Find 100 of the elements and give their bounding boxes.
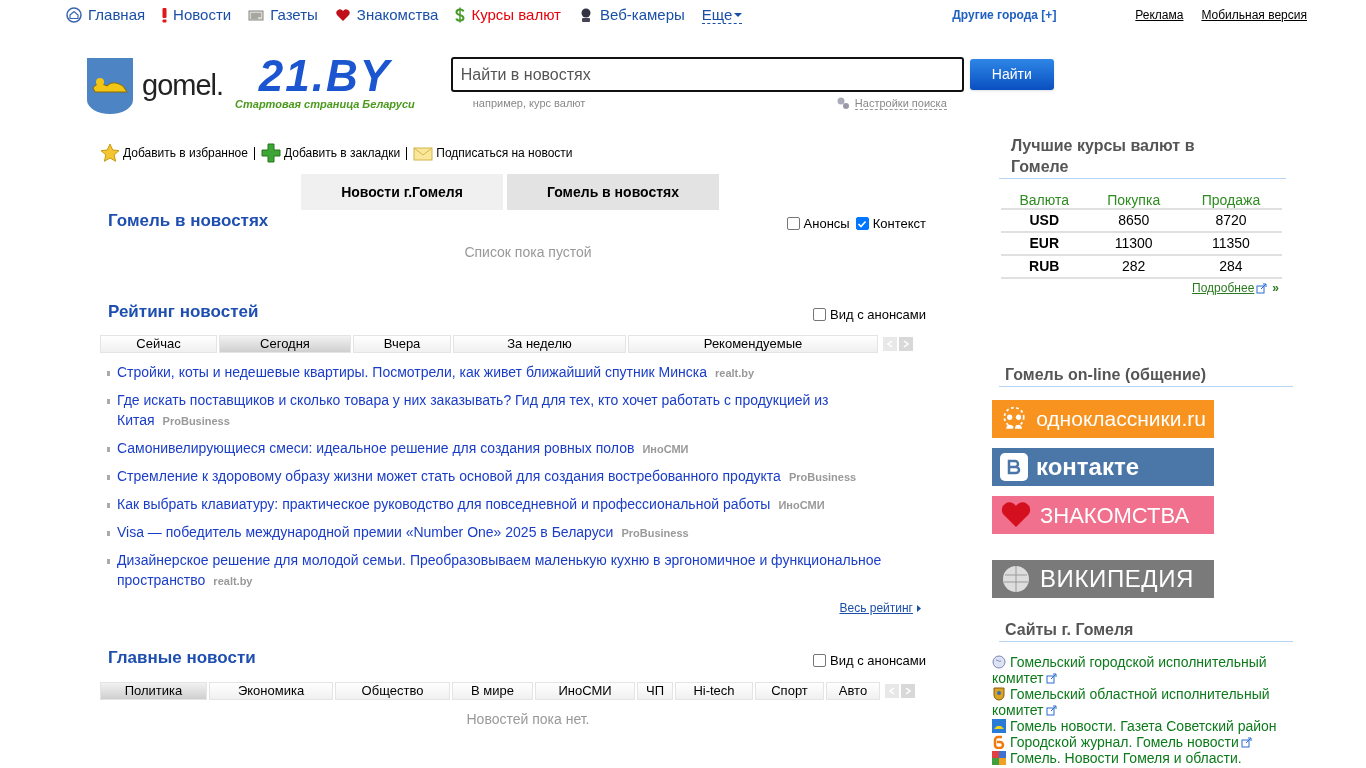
currency-cell: EUR [1001, 232, 1088, 255]
widget-title: Лучшие курсы валют в Гомеле [1011, 136, 1196, 177]
news-link[interactable]: Как выбрать клавиатуру: практическое руководство для повседневной и профессиональной работы ИноСМИ [117, 494, 907, 515]
action-link[interactable]: Добавить в закладки [260, 143, 401, 163]
nav-link[interactable]: Курсы валют [455, 3, 561, 27]
section-title: Рейтинг новостей [108, 300, 259, 323]
bullet-icon [107, 447, 110, 452]
more-arrow: » [1272, 280, 1279, 297]
checkbox[interactable] [855, 217, 869, 231]
dollar-icon [455, 7, 466, 23]
news-tab[interactable]: Гомель в новостях [507, 174, 719, 210]
plus-icon [260, 143, 281, 163]
checkbox-label: Контекст [872, 215, 926, 233]
header-link[interactable]: Реклама [1135, 6, 1184, 24]
other-cities-link[interactable]: Другие города [+] [952, 6, 1057, 24]
category-tab[interactable]: Рекомендуемые [628, 335, 878, 353]
column-header: Продажа [1179, 191, 1282, 209]
exclamation-icon [162, 7, 168, 23]
category-tab[interactable]: ИноСМИ [535, 681, 635, 700]
category-tab[interactable]: В мире [452, 681, 533, 700]
logo-tagline: Стартовая страница Беларуси [235, 96, 415, 112]
checkbox[interactable] [813, 307, 826, 321]
more-link[interactable]: Подробнее [1192, 279, 1255, 297]
category-tab[interactable]: Общество [335, 681, 450, 700]
bullet-icon [107, 503, 110, 508]
news-link[interactable]: Дизайнерское решение для молодой семьи. Преобразовываем маленькую кухню в эргономичное и функциональное пространство realt.by [117, 550, 907, 591]
action-link[interactable]: Подписаться на новости [413, 143, 573, 163]
category-tab[interactable]: Спорт [755, 681, 824, 700]
rate-cell: 11300 [1087, 232, 1180, 255]
news-link[interactable]: Где искать поставщиков и сколько товара у них заказывать? Гид для тех, кто хочет работать с продукцией из Китая ProBusiness [117, 390, 907, 431]
checkbox[interactable] [786, 217, 800, 231]
logo-brand: 21.BY [258, 53, 392, 98]
checkbox[interactable] [813, 654, 826, 668]
bullet-icon [107, 531, 110, 536]
currency-cell: USD [1001, 209, 1088, 232]
category-tab[interactable]: Политика [100, 681, 207, 700]
community-banner[interactable]: контакте [992, 448, 1214, 486]
vk-icon [1000, 453, 1028, 481]
nav-link[interactable]: Газеты [248, 3, 318, 27]
widget-title: Сайты г. Гомеля [1005, 620, 1135, 640]
bullet-icon [107, 399, 110, 404]
checkbox-label: Вид с анонсами [830, 652, 926, 670]
heart-icon [334, 7, 351, 23]
news-link[interactable]: Visa — победитель международной премии «Number One» 2025 в Беларуси ProBusiness [117, 522, 907, 543]
column-header: Валюта [1001, 191, 1088, 209]
site-link[interactable]: Гомель. Новости Гомеля и области. [992, 750, 1292, 766]
six-icon [992, 735, 1006, 749]
community-banner[interactable]: ВИКИПЕДИЯ [992, 560, 1214, 598]
action-link[interactable]: Добавить в избранное [100, 143, 248, 163]
rate-cell: 8720 [1179, 209, 1282, 232]
rate-cell: 8650 [1087, 209, 1180, 232]
column-header: Покупка [1087, 191, 1180, 209]
category-tab[interactable]: Экономика [209, 681, 333, 700]
category-tab[interactable]: Hi-tech [675, 681, 753, 700]
nav-link[interactable]: Знакомства [334, 3, 439, 27]
site-link[interactable]: Гомельский городской исполнительный комитет [992, 654, 1292, 686]
nav-link[interactable]: Новости [162, 3, 232, 27]
gears-icon [835, 96, 850, 111]
news-tab[interactable]: Новости г.Гомеля [301, 174, 503, 210]
search-settings-link[interactable]: Настройки поиска [854, 96, 947, 110]
category-tab[interactable]: Сейчас [100, 335, 217, 353]
globe-icon [1000, 563, 1032, 595]
search-button[interactable]: Найти [969, 59, 1054, 90]
logo-city: gomel. [142, 68, 224, 104]
category-tab[interactable]: За неделю [453, 335, 626, 353]
news-link[interactable]: Стремление к здоровому образу жизни может стать основой для создания востребованного продукта ProBusiness [117, 466, 907, 487]
site-link[interactable]: Гомель новости. Газета Советский район [992, 718, 1292, 734]
nav-link[interactable]: Веб-камеры [578, 3, 685, 27]
category-tab[interactable]: Вчера [353, 335, 451, 353]
globe-icon [992, 655, 1006, 669]
bullet-icon [107, 371, 110, 376]
nav-link[interactable]: Главная [66, 3, 146, 27]
star-icon [100, 143, 120, 163]
flag-icon [992, 719, 1006, 733]
section-title: Гомель в новостях [108, 210, 269, 232]
newspaper-icon [248, 7, 265, 23]
heart-icon [1000, 501, 1032, 529]
empty-message: Новостей пока нет. [465, 709, 591, 729]
checkbox-label: Вид с анонсами [830, 305, 926, 324]
rate-cell: 11350 [1179, 232, 1282, 255]
caret-icon [734, 10, 743, 19]
news-link[interactable]: Самонивелирующиеся смеси: идеальное решение для создания ровных полов ИноСМИ [117, 438, 907, 459]
rate-cell: 282 [1087, 255, 1180, 278]
more-dropdown[interactable]: Еще [701, 6, 743, 24]
checkbox-label: Анонсы [803, 215, 850, 233]
category-tab[interactable]: Авто [826, 681, 880, 700]
search-field[interactable]: Найти в новостях [450, 57, 964, 92]
category-tab[interactable]: ЧП [637, 681, 673, 700]
home-icon [66, 7, 82, 23]
header-link[interactable]: Мобильная версия [1201, 6, 1307, 24]
emblem-icon [992, 687, 1006, 701]
news-link[interactable]: Стройки, коты и недешевые квартиры. Посмотрели, как живет ближайший спутник Минска realt.by [117, 362, 907, 383]
category-tab[interactable]: Сегодня [219, 335, 351, 353]
rate-cell: 284 [1179, 255, 1282, 278]
site-link[interactable]: Городской журнал. Гомель новости [992, 734, 1292, 750]
external-link-icon [1256, 282, 1268, 294]
bullet-icon [107, 475, 110, 480]
site-link[interactable]: Гомельский областной исполнительный комитет [992, 686, 1292, 718]
tiles-icon [992, 751, 1006, 765]
all-rating-link[interactable]: Весь рейтинг [839, 599, 913, 617]
